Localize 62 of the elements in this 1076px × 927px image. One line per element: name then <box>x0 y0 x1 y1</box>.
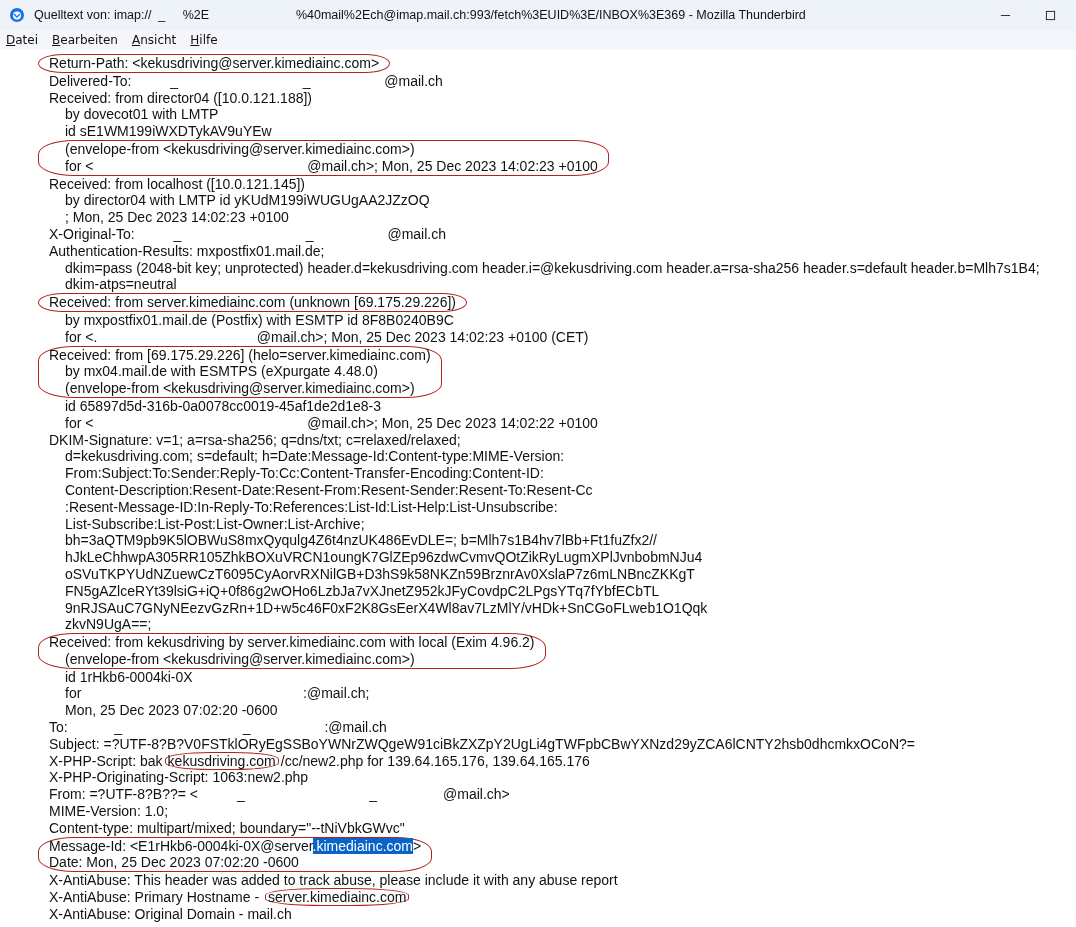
source-text: bh=3aQTM9pb9K5lOBWuS8mxQyqulg4Z6t4nzUK486EvDLE=; b=Mlh7s1B4hv7lBb+Ft1fuZfx2// <box>65 532 657 549</box>
source-text: ; Mon, 25 Dec 2023 14:02:23 +0100 <box>65 209 289 226</box>
source-text: Subject: =?UTF-8?B?V0FSTklORyEgSSBoYWNrZWQgeW91ciBkZXZpY2UgLi4gTWFpbCBwYXNzd29yZCA6lCNTY2hsb0dhcmkxOCoN?= <box>49 735 915 752</box>
source-text: for :@mail.ch; <box>65 685 370 702</box>
source-text: d=kekusdriving.com; s=default; h=Date:Message-Id:Content-type:MIME-Version: <box>65 448 565 465</box>
source-text: (envelope-from <kekusdriving@server.kimediainc.com>) <box>65 380 415 397</box>
source-text: for < @mail.ch>; Mon, 25 Dec 2023 14:02:22 +0100 <box>65 414 598 431</box>
source-text: by director04 with LMTP id yKUdM199iWUGUgAA2JZzOQ <box>65 192 430 209</box>
menu-item[interactable]: Hilfe <box>190 33 218 47</box>
source-text: X-Original-To: _ _ @mail.ch <box>49 225 446 242</box>
source-text: (envelope-from <kekusdriving@server.kimediainc.com>) <box>65 141 415 157</box>
source-text: id 1rHkb6-0004ki-0X <box>65 668 193 685</box>
source-text: X-PHP-Script: bak <box>49 752 163 769</box>
source-text: Return-Path: <kekusdriving@server.kimediainc.com> <box>49 55 380 71</box>
source-text: dkim-atps=neutral <box>65 276 177 293</box>
app-icon <box>9 7 25 23</box>
menu-item[interactable]: Ansicht <box>131 33 177 47</box>
source-text: Received: from [69.175.29.226] (helo=server.kimediainc.com) <box>49 346 431 363</box>
source-text: X-AntiAbuse: This header was added to track abuse, please include it with any abuse report <box>49 872 618 889</box>
maximize-icon[interactable] <box>1045 9 1056 21</box>
source-text: Content-Description:Resent-Date:Resent-From:Resent-Sender:Resent-To:Resent-Cc <box>65 481 593 498</box>
source-text: Received: from kekusdriving by server.kimediainc.com with local (Exim 4.96.2) <box>49 634 535 651</box>
source-text: From:Subject:To:Sender:Reply-To:Cc:Content-Transfer-Encoding:Content-ID: <box>65 465 544 482</box>
source-text: Received: from localhost ([10.0.121.145]) <box>49 175 306 192</box>
source-text: hJkLeChhwpA305RR105ZhkBOXuVRCN1oungK7GlZEp96zdwCvmvQOtZikRyLugmXPlJvnbobmNJu4 <box>65 549 703 566</box>
source-text: by mx04.mail.de with ESMTPS (eXpurgate 4.48.0) <box>65 363 378 380</box>
source-text: Received: from director04 ([10.0.121.188]) <box>49 89 313 106</box>
source-text: for < @mail.ch>; Mon, 25 Dec 2023 14:02:23 +0100 <box>65 157 598 174</box>
source-text: Message-Id: <E1rHkb6-0004ki-0X@server <box>49 837 313 854</box>
circled-text: server.kimediainc.com <box>264 888 410 907</box>
source-text: List-Subscribe:List-Post:List-Owner:List-Archive; <box>65 515 365 532</box>
source-text: :Resent-Message-ID:In-Reply-To:References:List-Id:List-Help:List-Unsubscribe: <box>65 498 558 515</box>
source-text: 9nRJSAuC7GNyNEezvGzRn+1D+w5c46F0xF2K8GsEerX4Wl8av7LzMlY/vHDk+SnCGoFLweb1O1Qqk <box>65 599 708 616</box>
source-text: by mxpostfix01.mail.de (Postfix) with ESMTP id 8F8B0240B9C <box>65 311 454 328</box>
source-text: To: _ _ :@mail.ch <box>49 719 387 736</box>
source-text: X-AntiAbuse: Original Domain - mail.ch <box>49 905 292 922</box>
menu-item[interactable]: Datei <box>6 33 39 47</box>
source-text: for <. @mail.ch>; Mon, 25 Dec 2023 14:02:23 +0100 (CET) <box>65 328 589 345</box>
source-text: Received: from server.kimediainc.com (unknown [69.175.29.226]) <box>49 294 456 311</box>
source-text: Mon, 25 Dec 2023 07:02:20 -0600 <box>65 702 278 719</box>
source-text: oSVuTKPYUdNZuewCzT6095CyAorvRXNilGB+D3hS9k58NKZn59BrznrAv0XslaP7z6mLNBncZKKgT <box>65 565 695 582</box>
source-text: id sE1WM199iWXDTykAV9uYEw <box>65 123 272 140</box>
source-text: Content-type: multipart/mixed; boundary="--tNiVbkGWvc" <box>49 819 405 836</box>
source-text: id 65897d5d-316b-0a0078cc0019-45af1de2d1e8-3 <box>65 397 382 414</box>
source-text: /cc/new2.php for 139.64.165.176, 139.64.165.176 <box>280 752 590 769</box>
source-text: (envelope-from <kekusdriving@server.kimediainc.com>) <box>65 650 415 667</box>
source-text: zkvN9UgA==; <box>65 616 152 633</box>
source-text: dkim=pass (2048-bit key; unprotected) header.d=kekusdriving.com header.i=@kekusdriving.com header.a=rsa-sha256 header.s=default header.b=Mlh7s1B4; <box>65 259 1040 276</box>
source-text: by dovecot01 with LMTP <box>65 106 219 123</box>
source-text: X-AntiAbuse: Primary Hostname - <box>49 889 261 906</box>
source-text: Date: Mon, 25 Dec 2023 07:02:20 -0600 <box>49 854 299 871</box>
source-text: Authentication-Results: mxpostfix01.mail.de; <box>49 242 325 259</box>
source-text: From: =?UTF-8?B??= < _ _ @mail.ch> <box>49 786 510 803</box>
source-text: Delivered-To: _ _ @mail.ch <box>49 72 443 89</box>
source-text: DKIM-Signature: v=1; a=rsa-sha256; q=dns/txt; c=relaxed/relaxed; <box>49 431 461 448</box>
source-text: MIME-Version: 1.0; <box>49 803 169 820</box>
menu-item[interactable]: Bearbeiten <box>52 33 118 47</box>
circled-text: kekusdriving.com <box>164 751 279 770</box>
source-text: > <box>413 837 422 854</box>
source-text: X-PHP-Originating-Script: 1063:new2.php <box>49 769 309 786</box>
window-title: Quelltext von: imap:// _ %2E %40mail%2Ech@imap.mail.ch:993/fetch%3EUID%3E/INBOX%3E369 - Mozilla Thunderbird <box>34 8 807 22</box>
source-text: FN5gAZlceRYt39lsiG+iQ+0f86g2wOHo6LzbJa7vXJnetZ952kJFyCovdpC2LPgsYTq7fYbfECbTL <box>65 582 660 599</box>
